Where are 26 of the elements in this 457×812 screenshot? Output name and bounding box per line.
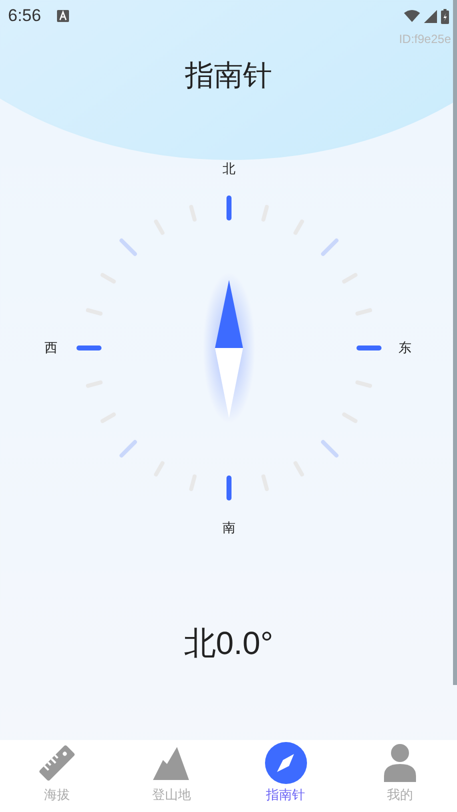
person-icon [384, 744, 416, 782]
dial-tick [226, 196, 232, 220]
dial-tick [321, 238, 338, 256]
signal-icon [424, 10, 437, 22]
dial-tick [120, 238, 137, 256]
direction-label: 南 [222, 520, 236, 536]
id-label: ID:f9e25e [398, 32, 451, 46]
keyboard-icon [57, 10, 70, 22]
battery-icon [441, 8, 449, 24]
nav-tab[interactable]: 登山地 [152, 787, 191, 803]
heading-reading: 北0.0° [184, 624, 274, 663]
dial-tick [226, 476, 232, 500]
dial-tick [120, 440, 137, 458]
nav-tab[interactable]: 海拔 [44, 787, 70, 803]
mountains-icon [153, 746, 190, 780]
dial-tick [356, 346, 382, 350]
page-title: 指南针 [185, 59, 272, 94]
direction-label: 北 [222, 161, 236, 177]
nav-tab[interactable]: 我的 [386, 787, 413, 803]
direction-label: 西 [44, 340, 58, 356]
dial-tick [321, 440, 338, 458]
nav-tab[interactable]: 指南针 [266, 787, 306, 803]
status-time: 6:56 [8, 5, 42, 28]
wifi-icon [404, 10, 420, 22]
dial-tick [76, 346, 102, 350]
direction-label: 东 [398, 340, 412, 356]
